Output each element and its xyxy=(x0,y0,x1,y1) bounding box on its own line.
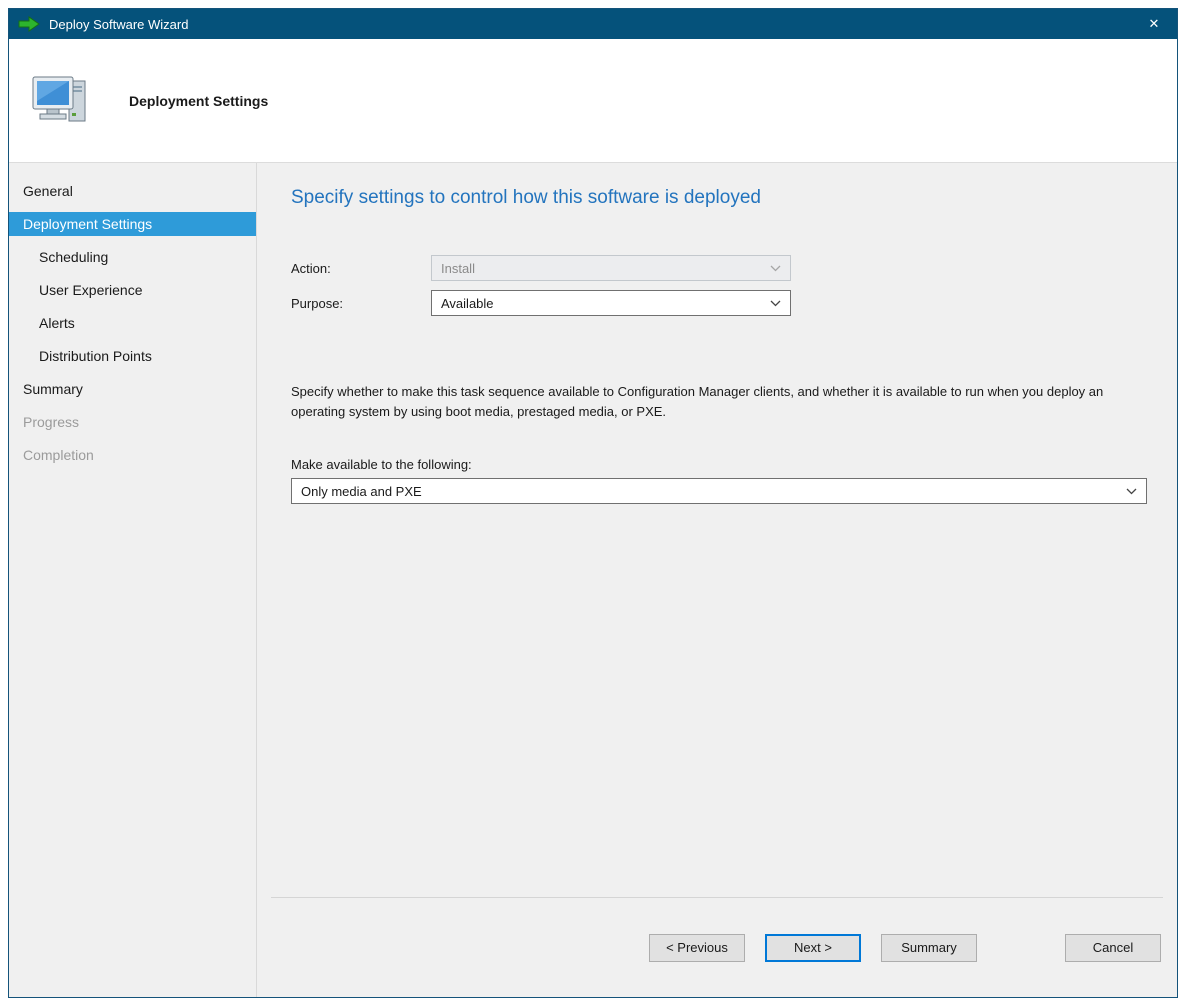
wizard-body: General Deployment Settings Scheduling U… xyxy=(9,163,1177,997)
title-bar: Deploy Software Wizard ✕ xyxy=(9,9,1177,39)
action-label: Action: xyxy=(291,261,431,276)
next-button[interactable]: Next > xyxy=(765,934,861,962)
chevron-down-icon xyxy=(1126,488,1137,495)
action-dropdown: Install xyxy=(431,255,791,281)
sidebar-item-completion: Completion xyxy=(9,443,256,467)
content-column: Specify settings to control how this sof… xyxy=(257,163,1177,997)
close-icon[interactable]: ✕ xyxy=(1131,9,1177,39)
previous-button[interactable]: < Previous xyxy=(649,934,745,962)
deploy-software-wizard-window: Deploy Software Wizard ✕ Deployment Sett… xyxy=(8,8,1178,998)
sidebar-item-general[interactable]: General xyxy=(9,179,256,203)
page-title: Deployment Settings xyxy=(129,93,268,109)
purpose-label: Purpose: xyxy=(291,296,431,311)
wizard-nav-sidebar: General Deployment Settings Scheduling U… xyxy=(9,163,257,997)
action-row: Action: Install xyxy=(291,255,1145,281)
sidebar-item-scheduling[interactable]: Scheduling xyxy=(9,245,256,269)
description-text: Specify whether to make this task sequen… xyxy=(291,382,1121,421)
sidebar-item-alerts[interactable]: Alerts xyxy=(9,311,256,335)
wizard-green-arrow-icon xyxy=(18,16,40,32)
sidebar-item-progress: Progress xyxy=(9,410,256,434)
purpose-value: Available xyxy=(441,296,494,311)
purpose-dropdown[interactable]: Available xyxy=(431,290,791,316)
make-available-value: Only media and PXE xyxy=(301,484,422,499)
sidebar-item-summary[interactable]: Summary xyxy=(9,377,256,401)
summary-button[interactable]: Summary xyxy=(881,934,977,962)
content-heading: Specify settings to control how this sof… xyxy=(291,187,1145,209)
wizard-footer: < Previous Next > Summary Cancel xyxy=(271,897,1163,997)
chevron-down-icon xyxy=(770,265,781,272)
action-value: Install xyxy=(441,261,475,276)
sidebar-item-user-experience[interactable]: User Experience xyxy=(9,278,256,302)
cancel-button[interactable]: Cancel xyxy=(1065,934,1161,962)
sidebar-item-distribution-points[interactable]: Distribution Points xyxy=(9,344,256,368)
window-title: Deploy Software Wizard xyxy=(49,17,1131,32)
sidebar-item-deployment-settings[interactable]: Deployment Settings xyxy=(9,212,256,236)
wizard-header: Deployment Settings xyxy=(9,39,1177,163)
chevron-down-icon xyxy=(770,300,781,307)
computer-icon xyxy=(31,75,89,127)
make-available-dropdown[interactable]: Only media and PXE xyxy=(291,478,1147,504)
deployment-settings-page: Specify settings to control how this sof… xyxy=(257,163,1177,897)
purpose-row: Purpose: Available xyxy=(291,290,1145,316)
make-available-label: Make available to the following: xyxy=(291,457,1145,472)
